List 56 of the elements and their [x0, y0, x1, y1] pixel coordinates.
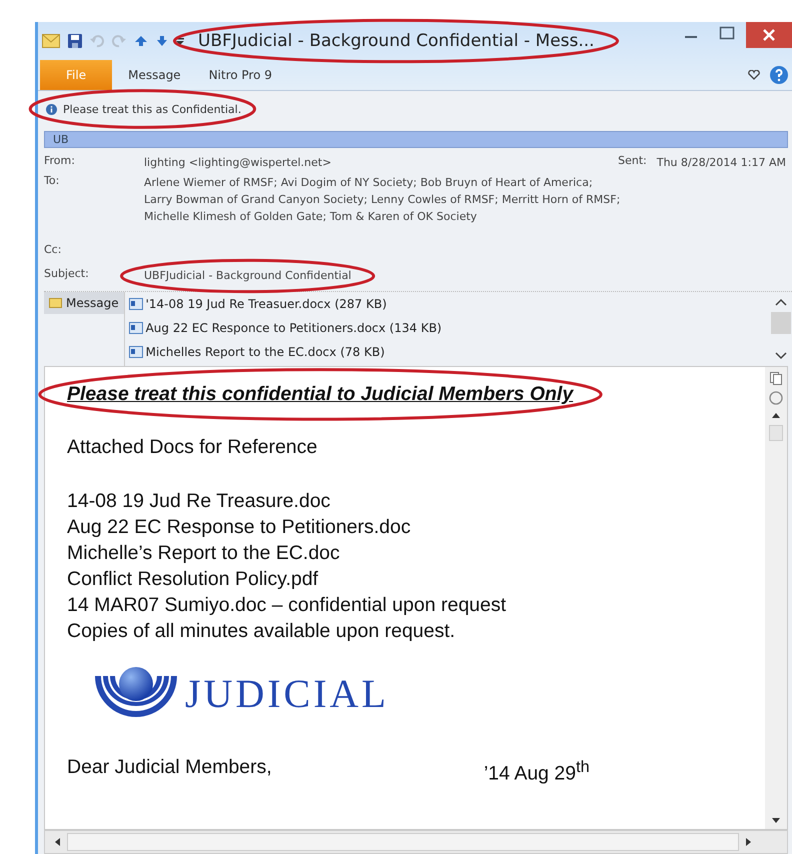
document-icon	[128, 346, 143, 358]
document-line: Conflict Resolution Policy.pdf	[67, 567, 320, 592]
chevron-down-icon[interactable]	[775, 352, 787, 360]
document-line: 14-08 19 Jud Re Treasure.doc	[67, 489, 332, 514]
scrollbar[interactable]	[765, 367, 787, 829]
heart-icon[interactable]	[748, 70, 760, 80]
message-tab[interactable]: Message	[44, 292, 124, 314]
field-label: To:	[44, 174, 60, 187]
down-arrow-icon[interactable]	[156, 35, 168, 47]
document-line: Copies of all minutes available upon request.	[67, 619, 456, 644]
envelope-icon	[49, 298, 62, 308]
ribbon-tab[interactable]: Nitro Pro 9	[196, 60, 284, 90]
window-title: UBFJudicial - Background Confidential - Mess...	[198, 31, 594, 51]
sender-address: lighting <lighting@wispertel.net>	[144, 155, 332, 171]
triangle-down-icon[interactable]	[771, 817, 781, 825]
page-icon[interactable]	[769, 371, 783, 385]
up-arrow-icon[interactable]	[134, 35, 148, 47]
field-label: From:	[44, 154, 76, 167]
recipient-line: Michelle Klimesh of Golden Gate; Tom & Karen of OK Society	[144, 209, 478, 225]
recipient-line: Larry Bowman of Grand Canyon Society; Lenny Cowles of RMSF; Merritt Horn of RMSF;	[144, 192, 620, 208]
field-label: Subject:	[44, 267, 90, 280]
letter-date: ’14 Aug 29$^{th}$	[484, 757, 590, 786]
greeting-text: Dear Judicial Members,	[67, 755, 272, 780]
save-icon[interactable]	[68, 34, 82, 48]
customize-toolbar-icon[interactable]	[176, 36, 184, 46]
help-icon[interactable]	[770, 66, 788, 84]
logo-text: JUDICIAL	[185, 670, 389, 716]
body-heading: Please treat this confidential to Judicial Members Only	[67, 383, 574, 406]
info-icon	[46, 104, 57, 114]
info-bar-text: Please treat this as Confidential.	[63, 102, 242, 116]
triangle-up-icon[interactable]	[771, 411, 781, 419]
triangle-left-icon[interactable]	[53, 837, 61, 847]
scroll-thumb[interactable]	[769, 425, 783, 441]
scrollbar[interactable]	[44, 830, 788, 854]
document-icon	[128, 298, 143, 310]
people-bar[interactable]: UB	[44, 131, 788, 148]
globe-logo-icon	[93, 666, 179, 720]
attachment-item[interactable]: Michelles Report to the EC.docx (78 KB)	[128, 340, 770, 364]
ribbon-tab[interactable]: Message	[116, 60, 193, 90]
scroll-thumb[interactable]	[67, 833, 739, 851]
sent-date: Thu 8/28/2014 1:17 AM	[656, 155, 786, 171]
field-label: Sent:	[618, 154, 647, 167]
subject-text: UBFJudicial - Background Confidential	[144, 269, 352, 282]
close-icon[interactable]	[746, 22, 792, 48]
document-line: Michelle’s Report to the EC.doc	[67, 541, 341, 566]
attachment-item[interactable]: '14-08 19 Jud Re Treasuer.docx (287 KB)	[128, 292, 770, 316]
chevron-up-icon[interactable]	[775, 298, 787, 306]
triangle-right-icon[interactable]	[745, 837, 753, 847]
attachment-item[interactable]: Aug 22 EC Responce to Petitioners.docx (134 KB)	[128, 316, 770, 340]
document-line: 14 MAR07 Sumiyo.doc – confidential upon request	[67, 593, 508, 618]
field-label: Cc:	[44, 243, 62, 256]
scroll-thumb[interactable]	[771, 312, 791, 334]
document-icon	[128, 322, 143, 334]
document-line: Aug 22 EC Response to Petitioners.doc	[67, 515, 412, 540]
body-text: Attached Docs for Reference	[67, 435, 318, 460]
recipient-line: Arlene Wiemer of RMSF; Avi Dogim of NY Society; Bob Bruyn of Heart of America;	[144, 175, 594, 191]
